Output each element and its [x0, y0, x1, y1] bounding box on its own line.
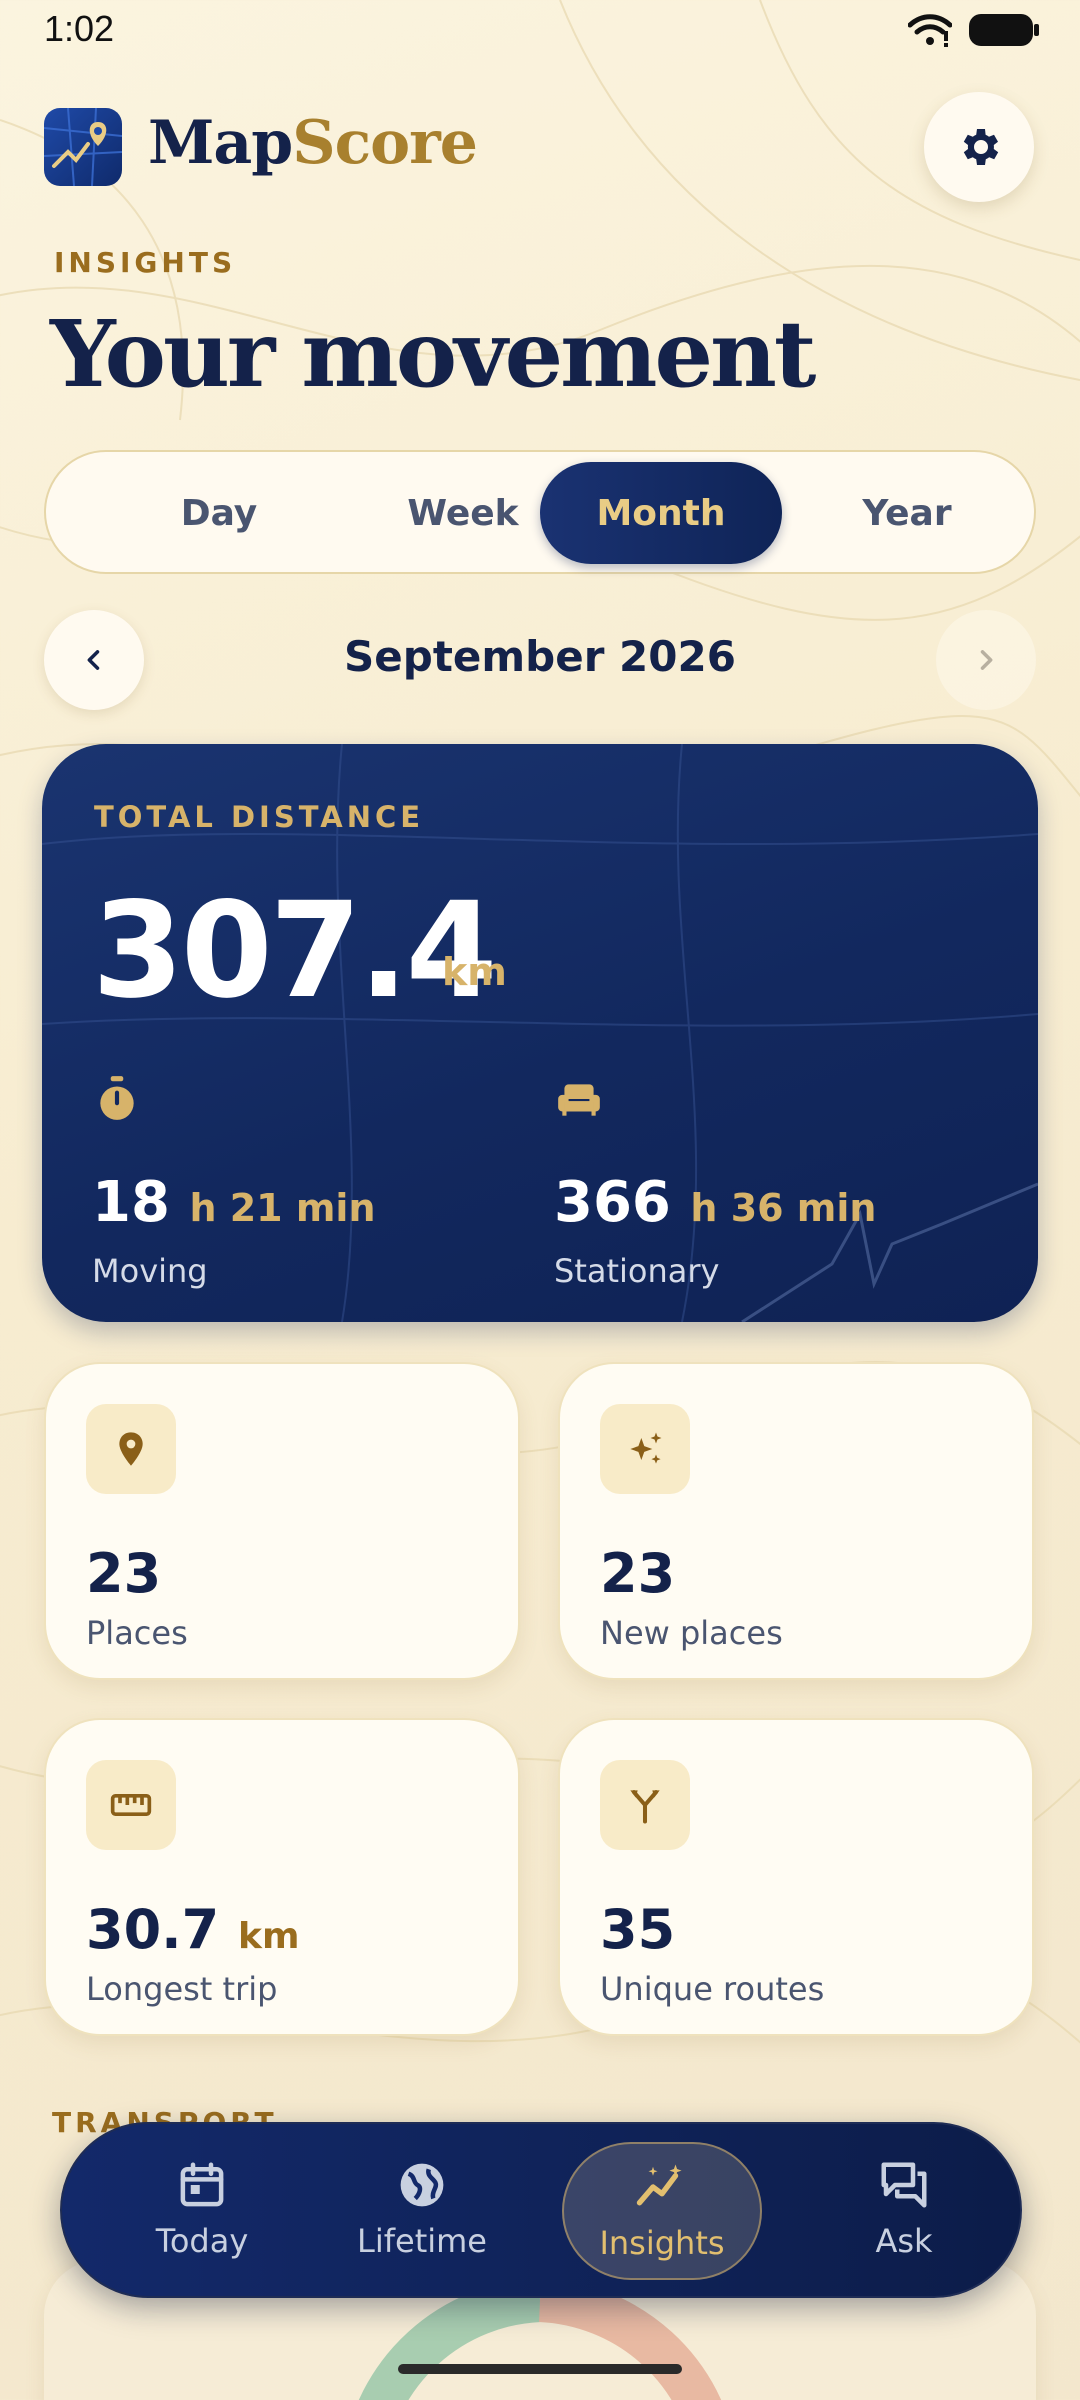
globe-icon [400, 2163, 444, 2207]
places-tile[interactable]: 23 Places [44, 1362, 520, 1680]
location-pin-icon [119, 1432, 143, 1466]
places-caption: Places [86, 1614, 188, 1652]
tab-year[interactable]: Year [786, 462, 1028, 564]
tab-month[interactable]: Month [540, 462, 782, 564]
new-places-value: 23 [600, 1542, 676, 1605]
stationary-unit: h 36 min [690, 1186, 877, 1230]
calendar-icon [180, 2162, 224, 2207]
bottom-navigation: Today Lifetime Insights Ask [60, 2122, 1022, 2298]
nav-lifetime[interactable]: Lifetime [322, 2142, 522, 2280]
total-distance-card: TOTAL DISTANCE 307.4 km 18 h 21 min Movi… [42, 744, 1038, 1322]
stationary-hours: 366 [554, 1170, 671, 1235]
status-bar: 1:02 [0, 0, 1080, 62]
app-name: MapScore [148, 108, 478, 178]
total-distance-value: 307.4 [92, 874, 498, 1028]
chat-bubbles-icon [881, 2162, 927, 2208]
wifi-icon [908, 14, 952, 47]
tab-day[interactable]: Day [98, 462, 340, 564]
section-label: INSIGHTS [54, 246, 237, 279]
longest-trip-unit: km [238, 1916, 300, 1957]
status-time: 1:02 [44, 8, 115, 49]
nav-today-label: Today [155, 2222, 249, 2260]
unique-routes-tile[interactable]: 35 Unique routes [558, 1718, 1034, 2036]
home-indicator [398, 2364, 682, 2374]
unique-routes-value: 35 [600, 1898, 676, 1961]
total-distance-label: TOTAL DISTANCE [94, 800, 425, 834]
stationary-stat: 366 h 36 min Stationary [554, 1074, 876, 1290]
nav-ask-label: Ask [875, 2222, 933, 2260]
moving-unit: h 21 min [189, 1186, 376, 1230]
places-value: 23 [86, 1542, 162, 1605]
couch-icon [558, 1084, 600, 1116]
insights-chart-icon [636, 2164, 682, 2206]
nav-insights[interactable]: Insights [562, 2142, 762, 2280]
period-segmented-control: Day Week Month Year [44, 450, 1036, 574]
page-title: Your movement [50, 300, 816, 408]
nav-insights-label: Insights [599, 2224, 725, 2262]
sparkle-icon [630, 1432, 662, 1464]
moving-caption: Moving [92, 1252, 208, 1290]
longest-trip-caption: Longest trip [86, 1970, 278, 2008]
new-places-caption: New places [600, 1614, 783, 1652]
ruler-icon [110, 1794, 152, 1816]
nav-today[interactable]: Today [102, 2142, 302, 2280]
gear-icon [963, 129, 999, 165]
chevron-right-icon [980, 650, 993, 670]
unique-routes-caption: Unique routes [600, 1970, 825, 2008]
new-places-tile[interactable]: 23 New places [558, 1362, 1034, 1680]
route-fork-icon [630, 1790, 660, 1824]
nav-lifetime-label: Lifetime [357, 2222, 487, 2260]
stopwatch-icon [100, 1076, 134, 1120]
longest-trip-value: 30.7 [86, 1898, 220, 1961]
moving-hours: 18 [92, 1170, 170, 1235]
settings-button[interactable] [924, 92, 1034, 202]
month-label: September 2026 [344, 632, 736, 681]
moving-stat: 18 h 21 min Moving [92, 1074, 376, 1290]
app-name-part-score: Score [292, 108, 478, 178]
total-distance-unit: km [442, 950, 507, 994]
app-name-part-map: Map [148, 108, 293, 178]
stationary-caption: Stationary [554, 1252, 720, 1290]
app-logo [44, 108, 122, 186]
next-month-button[interactable] [936, 610, 1036, 710]
nav-ask[interactable]: Ask [804, 2142, 1004, 2280]
longest-trip-tile[interactable]: 30.7 km Longest trip [44, 1718, 520, 2036]
chevron-left-icon [87, 650, 100, 670]
previous-month-button[interactable] [44, 610, 144, 710]
battery-icon [969, 14, 1039, 46]
